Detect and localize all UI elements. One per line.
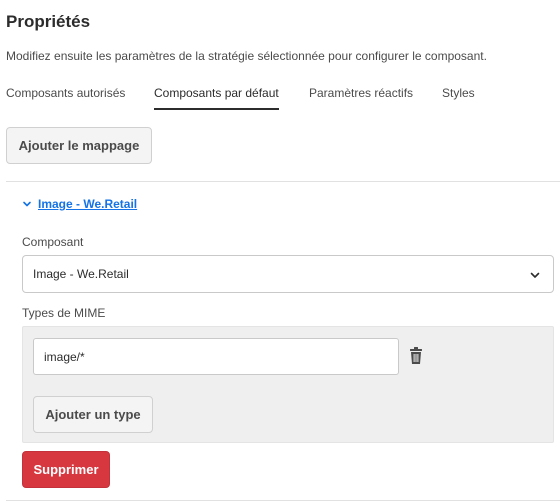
add-type-button[interactable]: Ajouter un type [33,396,153,433]
tab-default-components[interactable]: Composants par défaut [154,86,279,112]
mime-type-value: image/* [44,349,85,364]
add-mapping-button[interactable]: Ajouter le mappage [6,127,152,164]
page-description: Modifiez ensuite les paramètres de la st… [6,49,487,63]
page-title: Propriétés [6,12,91,31]
trash-icon[interactable] [406,346,426,366]
chevron-down-icon [530,272,540,278]
tab-bar: Composants autorisés Composants par défa… [6,86,554,112]
divider [6,181,560,182]
mapping-accordion-label: Image - We.Retail [38,197,138,211]
component-select[interactable]: Image - We.Retail [22,255,554,293]
tab-allowed-components[interactable]: Composants autorisés [6,86,125,112]
component-field-label: Composant [22,235,84,249]
mime-type-input[interactable]: image/* [33,338,399,375]
delete-button[interactable]: Supprimer [22,451,110,488]
divider [6,500,560,501]
component-select-value: Image - We.Retail [33,267,129,281]
mapping-accordion-toggle[interactable]: Image - We.Retail [22,197,137,211]
mime-types-label: Types de MIME [22,306,106,320]
tab-styles[interactable]: Styles [442,86,475,112]
tab-responsive-settings[interactable]: Paramètres réactifs [309,86,413,112]
chevron-down-icon [23,201,31,207]
